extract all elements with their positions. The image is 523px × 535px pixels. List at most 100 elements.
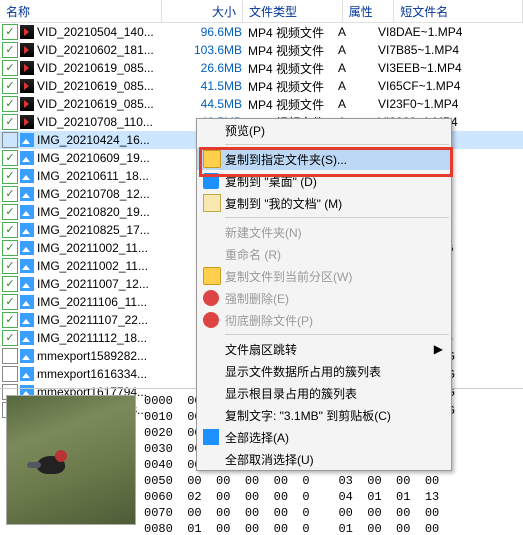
file-name: IMG_20211112_18... <box>37 331 172 345</box>
file-name: mmexport1616334... <box>37 367 172 381</box>
checkbox[interactable] <box>2 60 18 76</box>
menu-sector-jump[interactable]: 文件扇区跳转▶ <box>197 338 451 360</box>
video-file-icon <box>20 79 34 93</box>
image-file-icon <box>20 295 34 309</box>
checkbox[interactable] <box>2 312 18 328</box>
file-name: VID_20210602_181... <box>37 43 172 57</box>
file-name: VID_20210619_085... <box>37 61 172 75</box>
image-file-icon <box>20 133 34 147</box>
image-file-icon <box>20 241 34 255</box>
table-row[interactable]: VID_20210619_085...44.5MBMP4 视频文件AVI23F0… <box>0 95 523 113</box>
file-name: IMG_20211002_11... <box>37 241 172 255</box>
delete-icon <box>203 290 219 306</box>
checkbox[interactable] <box>2 258 18 274</box>
table-row[interactable]: VID_20210619_085...41.5MBMP4 视频文件AVI65CF… <box>0 77 523 95</box>
checkbox[interactable] <box>2 78 18 94</box>
table-row[interactable]: VID_20210602_181...103.6MBMP4 视频文件AVI7B8… <box>0 41 523 59</box>
file-size: 44.5MB <box>172 97 248 111</box>
image-file-icon <box>20 313 34 327</box>
menu-show-root-clusters[interactable]: 显示根目录占用的簇列表 <box>197 382 451 404</box>
file-type: MP4 视频文件 <box>248 78 338 95</box>
checkbox[interactable] <box>2 132 18 148</box>
menu-copy-text[interactable]: 复制文字: "3.1MB" 到剪贴板(C) <box>197 404 451 426</box>
col-type[interactable]: 文件类型 <box>243 0 343 22</box>
file-shortname: VI8DAE~1.MP4 <box>378 25 498 39</box>
checkbox[interactable] <box>2 204 18 220</box>
menu-new-folder: 新建文件夹(N) <box>197 221 451 243</box>
col-size[interactable]: 大小 <box>162 0 243 22</box>
file-type: MP4 视频文件 <box>248 96 338 113</box>
col-name[interactable]: 名称 <box>0 0 162 22</box>
file-name: IMG_20211107_22... <box>37 313 172 327</box>
file-attr: A <box>338 97 378 111</box>
checkbox[interactable] <box>2 168 18 184</box>
image-file-icon <box>20 367 34 381</box>
menu-copy-to-folder[interactable]: 复制到指定文件夹(S)... <box>197 148 451 170</box>
checkbox[interactable] <box>2 348 18 364</box>
documents-icon <box>203 194 221 212</box>
image-file-icon <box>20 349 34 363</box>
image-file-icon <box>20 223 34 237</box>
folder-icon <box>203 150 221 168</box>
table-row[interactable]: VID_20210504_140...96.6MBMP4 视频文件AVI8DAE… <box>0 23 523 41</box>
menu-select-all[interactable]: 全部选择(A) <box>197 426 451 448</box>
checkbox[interactable] <box>2 42 18 58</box>
context-menu: 预览(P) 复制到指定文件夹(S)... 复制到 "桌面" (D) 复制到 "我… <box>196 118 452 471</box>
image-file-icon <box>20 151 34 165</box>
file-name: mmexport1589282... <box>37 349 172 363</box>
file-size: 26.6MB <box>172 61 248 75</box>
file-name: IMG_20210609_19... <box>37 151 172 165</box>
file-name: VID_20210619_085... <box>37 97 172 111</box>
menu-copy-docs[interactable]: 复制到 "我的文档" (M) <box>197 192 451 214</box>
image-file-icon <box>20 277 34 291</box>
col-short[interactable]: 短文件名 <box>394 0 523 22</box>
checkbox[interactable] <box>2 96 18 112</box>
file-attr: A <box>338 61 378 75</box>
image-file-icon <box>20 205 34 219</box>
file-name: IMG_20211106_11... <box>37 295 172 309</box>
video-file-icon <box>20 97 34 111</box>
file-type: MP4 视频文件 <box>248 24 338 41</box>
file-name: IMG_20210424_16... <box>37 133 172 147</box>
video-file-icon <box>20 25 34 39</box>
desktop-icon <box>203 173 219 189</box>
select-all-icon <box>203 429 219 445</box>
checkbox[interactable] <box>2 222 18 238</box>
checkbox[interactable] <box>2 114 18 130</box>
checkbox[interactable] <box>2 366 18 382</box>
column-headers: 名称 大小 文件类型 属性 短文件名 <box>0 0 523 23</box>
menu-rename: 重命名 (R) <box>197 243 451 265</box>
file-size: 103.6MB <box>172 43 248 57</box>
file-name: IMG_20210820_19... <box>37 205 172 219</box>
file-name: IMG_20211007_12... <box>37 277 172 291</box>
image-file-icon <box>20 331 34 345</box>
file-type: MP4 视频文件 <box>248 42 338 59</box>
file-attr: A <box>338 43 378 57</box>
image-file-icon <box>20 169 34 183</box>
table-row[interactable]: VID_20210619_085...26.6MBMP4 视频文件AVI3EEB… <box>0 59 523 77</box>
file-shortname: VI3EEB~1.MP4 <box>378 61 498 75</box>
checkbox[interactable] <box>2 240 18 256</box>
menu-show-clusters[interactable]: 显示文件数据所占用的簇列表 <box>197 360 451 382</box>
checkbox[interactable] <box>2 294 18 310</box>
checkbox[interactable] <box>2 276 18 292</box>
col-attr[interactable]: 属性 <box>343 0 395 22</box>
file-name: IMG_20211002_11... <box>37 259 172 273</box>
file-size: 96.6MB <box>172 25 248 39</box>
checkbox[interactable] <box>2 186 18 202</box>
file-name: IMG_20210825_17... <box>37 223 172 237</box>
delete-icon <box>203 312 219 328</box>
checkbox[interactable] <box>2 330 18 346</box>
menu-deselect-all[interactable]: 全部取消选择(U) <box>197 448 451 470</box>
file-attr: A <box>338 25 378 39</box>
bird-icon <box>37 456 65 474</box>
file-name: VID_20210619_085... <box>37 79 172 93</box>
menu-preview[interactable]: 预览(P) <box>197 119 451 141</box>
checkbox[interactable] <box>2 150 18 166</box>
file-name: VID_20210504_140... <box>37 25 172 39</box>
file-shortname: VI7B85~1.MP4 <box>378 43 498 57</box>
checkbox[interactable] <box>2 24 18 40</box>
image-thumbnail <box>6 395 136 525</box>
file-shortname: VI65CF~1.MP4 <box>378 79 498 93</box>
menu-copy-desktop[interactable]: 复制到 "桌面" (D) <box>197 170 451 192</box>
